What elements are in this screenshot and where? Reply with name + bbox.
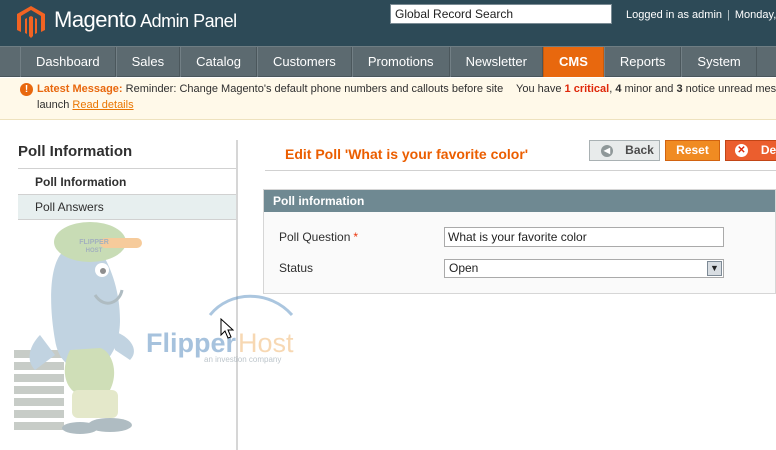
poll-question-input[interactable] (444, 227, 724, 247)
logo-suffix: Admin Panel (140, 11, 237, 31)
chevron-down-icon[interactable]: ▼ (707, 261, 722, 276)
poll-question-label-text: Poll Question (279, 230, 351, 244)
magento-logo-icon[interactable] (16, 5, 46, 39)
critical-count-link[interactable]: 1 critical (565, 83, 610, 95)
tab-poll-information[interactable]: Poll Information (18, 170, 238, 195)
nav-dashboard[interactable]: Dashboard (20, 47, 116, 77)
reset-button[interactable]: Reset (665, 140, 720, 161)
back-button[interactable]: ◀ Back (589, 140, 660, 161)
system-message-bar: ! Latest Message: Reminder: Change Magen… (0, 78, 776, 120)
nav-catalog[interactable]: Catalog (180, 47, 257, 77)
sidebar-divider (18, 168, 238, 169)
nav-system[interactable]: System (681, 47, 757, 77)
logged-in-text: Logged in as admin (626, 9, 723, 21)
sidebar-title: Poll Information (18, 143, 133, 160)
notice-label: Latest Message: (37, 83, 123, 95)
back-label: Back (625, 143, 654, 157)
poll-information-fieldset: Poll information Poll Question* Status O… (263, 189, 776, 294)
unread-prefix: You have (516, 83, 562, 95)
title-divider (265, 170, 776, 171)
poll-question-label: Poll Question * (279, 230, 358, 244)
status-selected-value: Open (449, 261, 479, 275)
user-info: Logged in as admin | Monday, (626, 9, 776, 21)
notice-message: Reminder: Change Magento's default phone… (125, 83, 504, 95)
delete-x-icon: ✕ (735, 144, 748, 157)
tab-poll-answers[interactable]: Poll Answers (18, 195, 238, 220)
date-text: Monday, (734, 9, 776, 21)
fieldset-legend: Poll information (264, 190, 775, 212)
logo-text: Magento Admin Panel (54, 7, 237, 33)
svg-text:HOST: HOST (86, 248, 103, 254)
notice-text-line2: launch Read details (37, 99, 134, 111)
minor-text: minor and (624, 83, 674, 95)
svg-text:Host: Host (238, 328, 294, 358)
nav-newsletter[interactable]: Newsletter (449, 47, 543, 77)
back-arrow-icon: ◀ (601, 145, 613, 157)
nav-promotions[interactable]: Promotions (351, 47, 450, 77)
delete-button[interactable]: ✕ Dele (725, 140, 776, 161)
delete-label: Dele (760, 143, 776, 157)
notice-count-text: notice unread mess (685, 83, 776, 95)
unread-summary: You have 1 critical, 4 minor and 3 notic… (516, 83, 776, 95)
minor-count[interactable]: 4 (615, 83, 621, 95)
notice-count[interactable]: 3 (676, 83, 682, 95)
status-label: Status (279, 261, 314, 275)
svg-text:an investion company: an investion company (204, 355, 281, 364)
nav-reports[interactable]: Reports (603, 47, 682, 77)
svg-text:FLIPPER: FLIPPER (79, 239, 109, 246)
required-asterisk: * (353, 230, 359, 244)
read-details-link[interactable]: Read details (72, 99, 133, 111)
main-nav: Dashboard Sales Catalog Customers Promot… (0, 46, 776, 77)
warning-icon: ! (20, 83, 33, 96)
nav-customers[interactable]: Customers (256, 47, 352, 77)
logo-brand: Magento (54, 7, 137, 32)
notice-message-cont: launch (37, 99, 70, 111)
page-title: Edit Poll 'What is your favorite color' (285, 146, 529, 162)
global-search-input[interactable] (390, 4, 612, 24)
mouse-cursor-icon (220, 318, 234, 339)
notice-text: Latest Message: Reminder: Change Magento… (37, 83, 503, 95)
admin-header: MagentoAdmin Panel Logged in as admin|Mo… (0, 0, 776, 46)
status-select[interactable]: Open ▼ (444, 259, 724, 278)
nav-cms[interactable]: CMS (542, 47, 604, 77)
nav-sales[interactable]: Sales (115, 47, 181, 77)
